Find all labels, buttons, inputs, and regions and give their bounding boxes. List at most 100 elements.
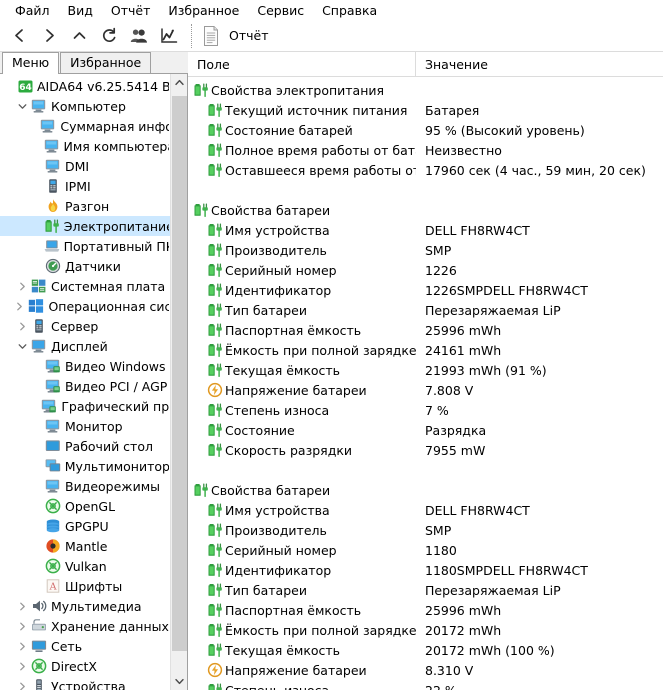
sidebar-item-25[interactable]: A Шрифты	[0, 576, 171, 596]
content-item-row[interactable]: Ёмкость при полной зарядке 20172 mWh	[188, 620, 663, 640]
content-item-row[interactable]: Серийный номер 1180	[188, 540, 663, 560]
sidebar-tab-favorites[interactable]: Избранное	[60, 52, 152, 73]
sidebar-item-0[interactable]: 64 AIDA64 v6.25.5414 Beta	[0, 76, 171, 96]
sidebar-scrollbar[interactable]	[170, 74, 187, 690]
report-button[interactable]: Отчёт	[199, 22, 276, 50]
scrollbar-thumb[interactable]	[172, 96, 187, 651]
up-button[interactable]	[64, 22, 94, 50]
sidebar-item-8[interactable]: Портативный ПК	[0, 236, 171, 256]
sidebar-item-22[interactable]: GPGPU	[0, 516, 171, 536]
content-item-row[interactable]: Паспортная ёмкость 25996 mWh	[188, 600, 663, 620]
content-field-label: Серийный номер	[225, 542, 337, 558]
content-item-row[interactable]: Производитель SMP	[188, 520, 663, 540]
menu-favorites[interactable]: Избранное	[159, 1, 248, 20]
sidebar-item-23[interactable]: Mantle	[0, 536, 171, 556]
menu-report[interactable]: Отчёт	[102, 1, 159, 20]
content-item-row[interactable]: Оставшееся время работы от ... 17960 сек …	[188, 160, 663, 180]
menu-service[interactable]: Сервис	[248, 1, 313, 20]
content-value-cell: 1226	[425, 262, 457, 278]
sidebar-item-15[interactable]: Видео PCI / AGP	[0, 376, 171, 396]
menu-file[interactable]: Файл	[6, 1, 59, 20]
sidebar-item-17[interactable]: Монитор	[0, 416, 171, 436]
content-item-row[interactable]: Напряжение батареи 8.310 V	[188, 660, 663, 680]
back-button[interactable]	[4, 22, 34, 50]
content-group-row[interactable]: Свойства батареи	[188, 480, 663, 500]
scrollbar-up-arrow[interactable]	[171, 74, 187, 91]
sidebar-item-12[interactable]: Сервер	[0, 316, 171, 336]
content-item-row[interactable]: Идентификатор 1180SMPDELL FH8RW4CT	[188, 560, 663, 580]
sidebar-item-10[interactable]: Системная плата	[0, 276, 171, 296]
sidebar-item-2[interactable]: Суммарная информ	[0, 116, 171, 136]
content-item-row[interactable]: Паспортная ёмкость 25996 mWh	[188, 320, 663, 340]
tree-twisty-collapsed[interactable]	[14, 602, 30, 611]
chart-button[interactable]	[154, 22, 184, 50]
content-item-row[interactable]: Скорость разрядки 7955 mW	[188, 440, 663, 460]
sidebar-item-19[interactable]: Мультимонитор	[0, 456, 171, 476]
content-item-row[interactable]: Тип батареи Перезаряжаемая LiP	[188, 300, 663, 320]
column-header-value[interactable]: Значение	[416, 52, 663, 77]
content-item-row[interactable]: Текущий источник питания Батарея	[188, 100, 663, 120]
sidebar-item-9[interactable]: Датчики	[0, 256, 171, 276]
monitor-icon	[45, 479, 60, 493]
sidebar-item-18[interactable]: Рабочий стол	[0, 436, 171, 456]
sidebar-item-14[interactable]: Видео Windows	[0, 356, 171, 376]
tree-twisty-expanded[interactable]	[14, 342, 30, 351]
sidebar-item-30[interactable]: Устройства	[0, 676, 171, 690]
content-item-row[interactable]: Идентификатор 1226SMPDELL FH8RW4CT	[188, 280, 663, 300]
content-item-row[interactable]: Текущая ёмкость 21993 mWh (91 %)	[188, 360, 663, 380]
tree-twisty-expanded[interactable]	[14, 102, 30, 111]
refresh-button[interactable]	[94, 22, 124, 50]
scrollbar-down-arrow[interactable]	[171, 673, 187, 690]
tree-twisty-collapsed[interactable]	[14, 642, 30, 651]
sidebar-item-16[interactable]: Графический проц	[0, 396, 171, 416]
sidebar-item-4[interactable]: DMI	[0, 156, 171, 176]
menu-bar: Файл Вид Отчёт Избранное Сервис Справка	[0, 0, 663, 20]
sidebar-item-24[interactable]: Vulkan	[0, 556, 171, 576]
content-item-row[interactable]: Степень износа 7 %	[188, 400, 663, 420]
tree-twisty-collapsed[interactable]	[14, 622, 30, 631]
sidebar-item-1[interactable]: Компьютер	[0, 96, 171, 116]
content-group-row[interactable]: Свойства батареи	[188, 200, 663, 220]
tree-twisty-collapsed[interactable]	[14, 682, 30, 690]
sidebar-tab-menu[interactable]: Меню	[2, 52, 60, 74]
sidebar-item-28[interactable]: Сеть	[0, 636, 171, 656]
sidebar-item-27[interactable]: Хранение данных	[0, 616, 171, 636]
tree-twisty-collapsed[interactable]	[14, 282, 30, 291]
menu-view[interactable]: Вид	[59, 1, 102, 20]
sidebar-item-20[interactable]: Видеорежимы	[0, 476, 171, 496]
sidebar-item-29[interactable]: DirectX	[0, 656, 171, 676]
sidebar-item-11[interactable]: Операционная систем	[0, 296, 171, 316]
sidebar-item-3[interactable]: Имя компьютера	[0, 136, 171, 156]
content-item-row[interactable]: Ёмкость при полной зарядке 24161 mWh	[188, 340, 663, 360]
videocard-icon	[45, 379, 60, 393]
content-item-row[interactable]: Серийный номер 1226	[188, 260, 663, 280]
sidebar-item-5[interactable]: IPMI	[0, 176, 171, 196]
content-item-row[interactable]: Состояние батарей 95 % (Высокий уровень)	[188, 120, 663, 140]
tree-twisty-collapsed[interactable]	[14, 322, 30, 331]
sidebar-item-label: IPMI	[65, 178, 91, 194]
users-button[interactable]	[124, 22, 154, 50]
tree-twisty-collapsed[interactable]	[11, 302, 27, 311]
tree-twisty-collapsed[interactable]	[14, 662, 30, 671]
content-item-row[interactable]: Напряжение батареи 7.808 V	[188, 380, 663, 400]
content-item-row[interactable]: Производитель SMP	[188, 240, 663, 260]
content-group-row[interactable]: Свойства электропитания	[188, 80, 663, 100]
sidebar-item-21[interactable]: OpenGL	[0, 496, 171, 516]
content-item-row[interactable]: Имя устройства DELL FH8RW4CT	[188, 500, 663, 520]
content-field-cell: Тип батареи	[188, 582, 416, 598]
content-item-row[interactable]: Текущая ёмкость 20172 mWh (100 %)	[188, 640, 663, 660]
content-item-row[interactable]: Степень износа 22 %	[188, 680, 663, 690]
sidebar-item-7[interactable]: Электропитание	[0, 216, 171, 236]
sidebar-item-13[interactable]: Дисплей	[0, 336, 171, 356]
menu-help[interactable]: Справка	[313, 1, 386, 20]
forward-button[interactable]	[34, 22, 64, 50]
content-item-row[interactable]: Тип батареи Перезаряжаемая LiP	[188, 580, 663, 600]
content-item-row[interactable]: Состояние Разрядка	[188, 420, 663, 440]
column-header-field[interactable]: Поле	[188, 52, 416, 77]
sidebar-item-26[interactable]: Мультимедиа	[0, 596, 171, 616]
content-value-cell: 25996 mWh	[425, 602, 502, 618]
content-item-row[interactable]: Полное время работы от бата... Неизвестно	[188, 140, 663, 160]
sidebar-item-label: Устройства	[51, 678, 126, 690]
content-item-row[interactable]: Имя устройства DELL FH8RW4CT	[188, 220, 663, 240]
sidebar-item-6[interactable]: Разгон	[0, 196, 171, 216]
